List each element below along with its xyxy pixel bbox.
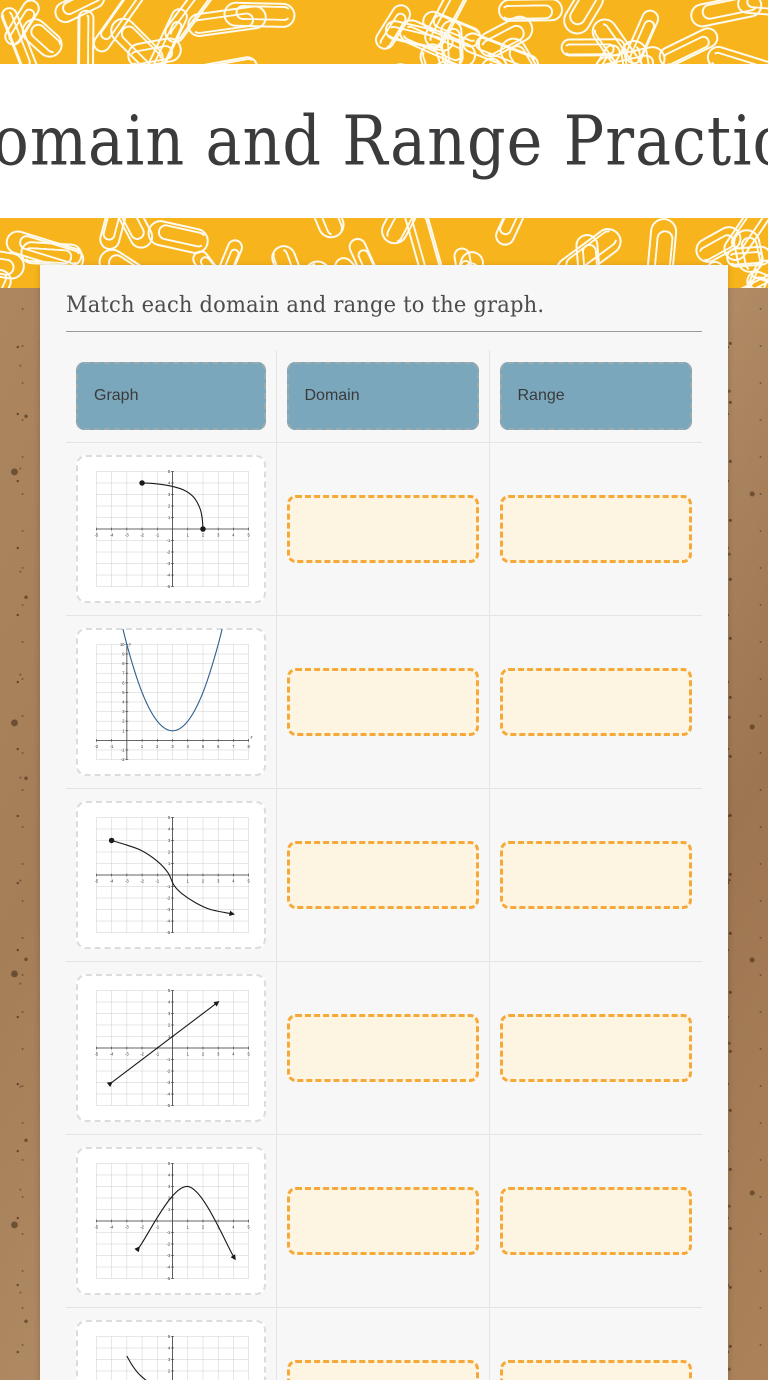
domain-drop-zone-2[interactable] <box>286 668 479 736</box>
domain-cell <box>275 961 490 1135</box>
column-header-domain: Domain <box>286 362 479 430</box>
domain-cell <box>275 788 490 962</box>
table-row: -5-4-3-2-112345-5-4-3-2-112345 <box>66 788 702 962</box>
worksheet-card: Match each domain and range to the graph… <box>40 265 728 1380</box>
column-header-graph: Graph <box>76 362 266 430</box>
range-drop-zone-1[interactable] <box>499 495 692 563</box>
paperclip-icon <box>144 218 211 257</box>
range-drop-zone-3[interactable] <box>499 841 692 909</box>
coordinate-plane-graph-3: -5 -4 -3 -2 -1 1 2 3 4 5-5-4-3-2-112345 <box>84 810 258 940</box>
table-row: -5-4-3-2-112345-5-4-3-2-112345 <box>66 1134 702 1308</box>
paperclip-icon <box>195 54 261 64</box>
range-cell <box>488 442 702 616</box>
range-cell <box>488 788 702 962</box>
page-title: Domain and Range Practice <box>0 100 768 182</box>
table-header-cell: Graph <box>66 350 277 443</box>
range-cell <box>488 1134 702 1308</box>
graph-thumbnail-3[interactable]: -5 -4 -3 -2 -1 1 2 3 4 5 -5 -4 -3 -2 -1 1 2 3 4 5 <box>76 801 266 949</box>
range-cell <box>488 961 702 1135</box>
graph-cell: -5-4-3-2-112345-5-4-3-2-112345 <box>66 788 277 962</box>
header-paperclip-band-top <box>0 0 768 64</box>
domain-cell <box>275 615 490 789</box>
range-cell <box>488 615 702 789</box>
coordinate-plane-graph-4: -5 -4 -3 -2 -1 1 2 3 4 5-5-4-3-2-112345 <box>84 983 258 1113</box>
paperclip-icon <box>491 218 535 250</box>
domain-cell <box>275 442 490 616</box>
svg-text:10: 10 <box>120 642 125 647</box>
match-table: Graph Domain Range -5 -4 -3 -2 -1 1 2 3 4 5 -5 -4 -3 -2-… <box>66 350 702 1380</box>
paperclip-icon <box>703 43 768 64</box>
graph-thumbnail-1[interactable]: -5 -4 -3 -2 -1 1 2 3 4 5 -5 -4 -3 -2 -1 1 2 3 4 5 <box>76 455 266 603</box>
domain-drop-zone-6[interactable] <box>286 1360 479 1380</box>
instruction-text: Match each domain and range to the graph… <box>66 291 545 318</box>
graph-cell: -5-4-3-2-112345-5-4-3-2-112345 <box>66 1134 277 1308</box>
column-header-range: Range <box>499 362 692 430</box>
range-drop-zone-5[interactable] <box>499 1187 692 1255</box>
graph-cell: -2 -1 1 2 3 4 5 6 7 8 -2 -1 1 2 3 4 5 6 7 8 9 10 x y <box>66 615 277 789</box>
domain-drop-zone-1[interactable] <box>286 495 479 563</box>
graph-thumbnail-2[interactable]: -2 -1 1 2 3 4 5 6 7 8 -2 -1 1 2 3 4 5 6 7 8 9 10 x y <box>76 628 266 776</box>
domain-cell <box>275 1307 490 1380</box>
paperclip-icon <box>77 10 95 64</box>
title-banner: Domain and Range Practice <box>0 64 768 218</box>
range-drop-zone-6[interactable] <box>499 1360 692 1380</box>
table-row: -5-4-3-2-112345-5-4-3-2-112345 <box>66 442 702 616</box>
graph-thumbnail-6[interactable]: -5-4-3-2-112345-5-4-3-2-112345 <box>76 1320 266 1380</box>
graph-thumbnail-4[interactable]: -5 -4 -3 -2 -1 1 2 3 4 5 -5 -4 -3 -2 -1 1 2 3 4 5 <box>76 974 266 1122</box>
paperclip-icon <box>725 245 768 269</box>
graph-cell: -5-4-3-2-112345-5-4-3-2-112345 <box>66 961 277 1135</box>
table-header-cell: Range <box>488 350 702 443</box>
table-row: -2 -1 1 2 3 4 5 6 7 8 -2 -1 1 2 3 4 5 6 7 8 9 10 x y <box>66 615 702 789</box>
graph-cell: -5-4-3-2-112345-5-4-3-2-112345 <box>66 1307 277 1380</box>
graph-cell: -5-4-3-2-112345-5-4-3-2-112345 <box>66 442 277 616</box>
range-drop-zone-4[interactable] <box>499 1014 692 1082</box>
paperclip-icon <box>498 0 564 23</box>
domain-drop-zone-3[interactable] <box>286 841 479 909</box>
paperclip-icon <box>223 1 296 29</box>
domain-drop-zone-5[interactable] <box>286 1187 479 1255</box>
range-drop-zone-2[interactable] <box>499 668 692 736</box>
paperclip-icon <box>306 218 349 243</box>
table-row: -5-4-3-2-112345-5-4-3-2-112345 <box>66 961 702 1135</box>
table-row: -5-4-3-2-112345-5-4-3-2-112345 <box>66 1307 702 1380</box>
coordinate-plane-graph-1: -5 -4 -3 -2 -1 1 2 3 4 5-5-4-3-2-112345 <box>84 464 258 594</box>
table-header-cell: Domain <box>275 350 490 443</box>
table-header-row: Graph Domain Range <box>66 350 702 443</box>
coordinate-plane-graph-6: -5-4-3-2-112345-5-4-3-2-112345 <box>84 1329 258 1380</box>
domain-cell <box>275 1134 490 1308</box>
domain-drop-zone-4[interactable] <box>286 1014 479 1082</box>
range-cell <box>488 1307 702 1380</box>
coordinate-plane-graph-2: -2 -1 1 2 3 4 5 6 7 8-2-112345678910xy <box>84 629 258 767</box>
paperclip-icon <box>560 38 626 57</box>
coordinate-plane-graph-5: -5 -4 -3 -2 -1 1 2 3 4 5-5-4-3-2-112345 <box>84 1156 258 1286</box>
graph-thumbnail-5[interactable]: -5 -4 -3 -2 -1 1 2 3 4 5 -5 -4 -3 -2 -1 1 2 3 4 5 <box>76 1147 266 1295</box>
